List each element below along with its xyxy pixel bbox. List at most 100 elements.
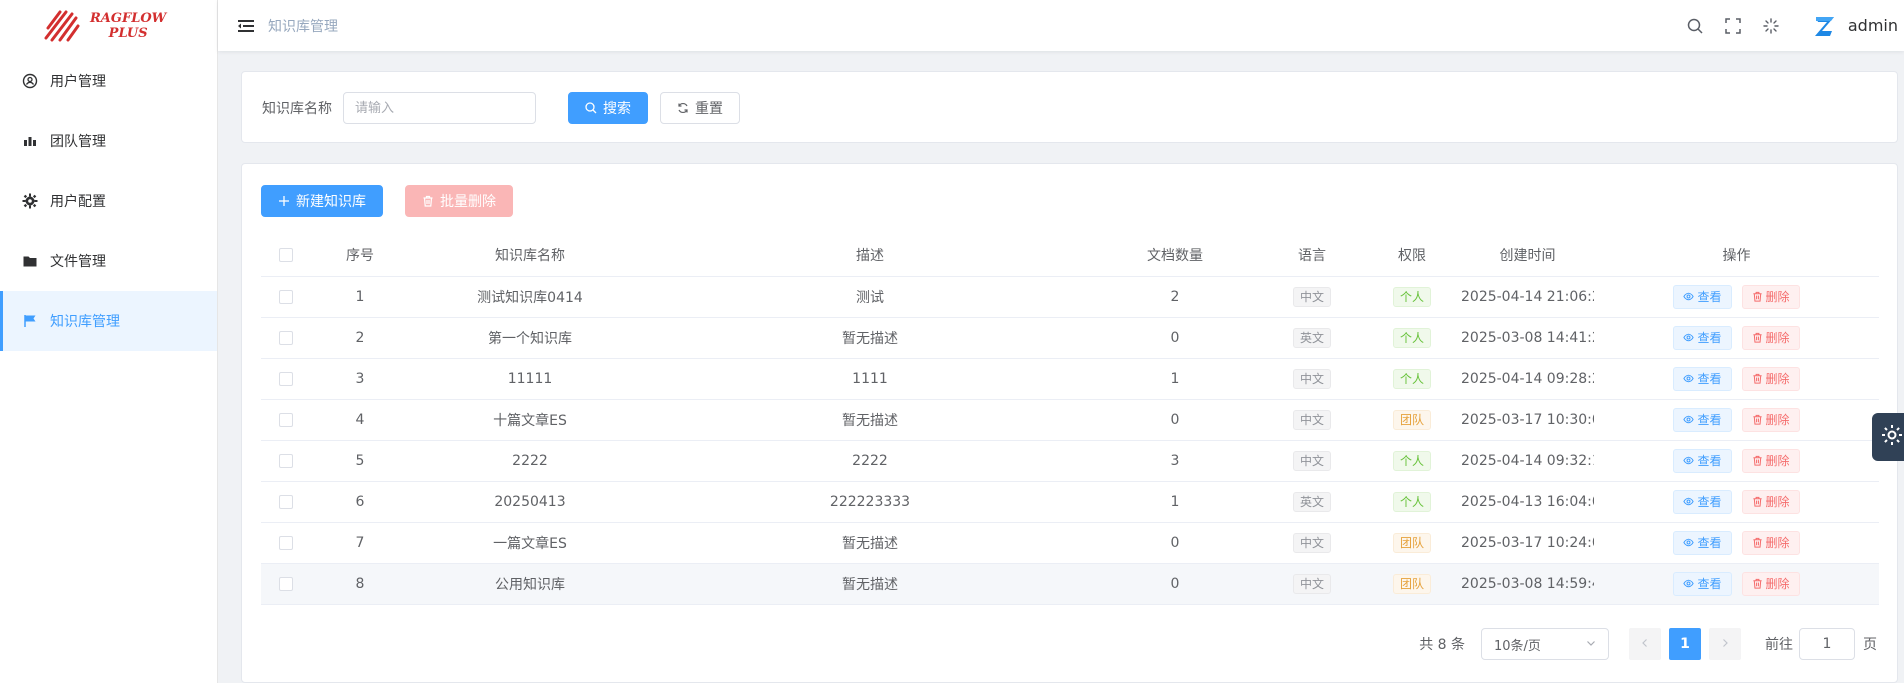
table-row[interactable]: 5222222223中文个人2025-04-14 09:32:18查看删除 (261, 440, 1879, 482)
cell-description: 222223333 (651, 481, 1089, 523)
kb-name-search-input[interactable] (343, 92, 536, 124)
trash-icon (1752, 455, 1763, 466)
delete-button[interactable]: 删除 (1741, 366, 1800, 391)
permission-tag: 团队 (1392, 409, 1431, 430)
row-select-cell[interactable] (261, 276, 311, 318)
pagination: 共 8 条 10条/页 1 前往 1 页 (1419, 628, 1877, 660)
goto-page-input[interactable]: 1 (1799, 628, 1855, 660)
table-row[interactable]: 31111111111中文个人2025-04-14 09:28:29查看删除 (261, 358, 1879, 400)
page-number-button[interactable]: 1 (1669, 628, 1701, 660)
batch-delete-button[interactable]: 批量删除 (405, 185, 513, 217)
logo-text: RAGFLOW PLUS (90, 10, 167, 41)
kb-name-label: 知识库名称 (262, 101, 332, 117)
search-button[interactable]: 搜索 (568, 92, 648, 124)
theme-sparkle-icon[interactable] (1760, 15, 1782, 37)
row-select-cell[interactable] (261, 358, 311, 400)
avatar[interactable] (1812, 13, 1838, 39)
eye-icon (1683, 455, 1695, 466)
eye-icon (1683, 496, 1695, 507)
search-icon[interactable] (1684, 15, 1706, 37)
row-checkbox[interactable] (279, 371, 293, 386)
row-select-cell[interactable] (261, 563, 311, 605)
row-checkbox[interactable] (279, 412, 293, 427)
permission-tag: 团队 (1392, 532, 1431, 553)
select-all-cell[interactable] (261, 235, 311, 277)
row-select-cell[interactable] (261, 522, 311, 564)
view-button[interactable]: 查看 (1673, 489, 1732, 514)
hamburger-icon[interactable] (236, 16, 256, 36)
column-header: 文档数量 (1089, 235, 1261, 277)
delete-button[interactable]: 删除 (1741, 407, 1800, 432)
cell-created-time: 2025-03-17 10:24:03 (1461, 522, 1594, 564)
language-tag: 英文 (1292, 327, 1331, 348)
fullscreen-icon[interactable] (1722, 15, 1744, 37)
cell-description: 暂无描述 (651, 522, 1089, 564)
cell-language: 中文 (1261, 563, 1363, 605)
sidebar-item-user-config[interactable]: 用户配置 (0, 171, 217, 231)
delete-button[interactable]: 删除 (1741, 571, 1800, 596)
cell-language: 英文 (1261, 481, 1363, 523)
page-size-value: 10条/页 (1494, 638, 1541, 654)
sidebar-item-file-management[interactable]: 文件管理 (0, 231, 217, 291)
view-button[interactable]: 查看 (1673, 284, 1732, 309)
eye-icon (1683, 291, 1695, 302)
row-checkbox[interactable] (279, 330, 293, 345)
sidebar-item-team-management[interactable]: 团队管理 (0, 111, 217, 171)
plus-icon (278, 195, 290, 207)
table-row[interactable]: 6 20250413 222223333 1 英文 个人 2025-04-13 16:04:… (261, 481, 1879, 523)
cell-permission: 团队 (1363, 399, 1461, 441)
row-checkbox[interactable] (279, 535, 293, 550)
breadcrumb: 知识库管理 (268, 18, 338, 35)
sidebar-item-user-management[interactable]: 用户管理 (0, 51, 217, 111)
row-select-cell[interactable] (261, 440, 311, 482)
row-checkbox[interactable] (279, 576, 293, 591)
table-row[interactable]: 2第一个知识库暂无描述0 英文 个人 2025-03-08 14:41:20 查看 删除 (261, 317, 1879, 359)
cell-actions: 查看 删除 (1594, 399, 1879, 441)
eye-icon (1683, 332, 1695, 343)
view-button[interactable]: 查看 (1673, 530, 1732, 555)
select-all-checkbox[interactable] (279, 248, 293, 263)
row-checkbox[interactable] (279, 494, 293, 509)
reset-button[interactable]: 重置 (660, 92, 740, 124)
row-select-cell[interactable] (261, 481, 311, 523)
page-size-select[interactable]: 10条/页 (1481, 628, 1609, 660)
row-checkbox[interactable] (279, 289, 293, 304)
logo[interactable]: RAGFLOW PLUS (0, 0, 217, 51)
row-select-cell[interactable] (261, 399, 311, 441)
view-button[interactable]: 查看 (1673, 407, 1732, 432)
delete-button[interactable]: 删除 (1741, 325, 1800, 350)
cell-doc-count: 3 (1089, 440, 1261, 482)
delete-button-label: 删除 (1765, 454, 1790, 468)
view-button[interactable]: 查看 (1673, 571, 1732, 596)
logo-mark-icon (42, 6, 82, 46)
row-select-cell[interactable] (261, 317, 311, 359)
prev-page-button[interactable] (1629, 628, 1661, 660)
table-row[interactable]: 4十篇文章ES暂无描述0 中文 团队 2025-03-17 10:30:01 查看 删除 (261, 399, 1879, 441)
cell-description: 1111 (651, 358, 1089, 400)
next-page-button[interactable] (1709, 628, 1741, 660)
view-button[interactable]: 查看 (1673, 366, 1732, 391)
add-kb-button[interactable]: 新建知识库 (261, 185, 383, 217)
view-button[interactable]: 查看 (1673, 325, 1732, 350)
row-checkbox[interactable] (279, 453, 293, 468)
table-row[interactable]: 8公用知识库暂无描述0 中文 团队 2025-03-08 14:59:46 查看 删除 (261, 563, 1879, 605)
delete-button[interactable]: 删除 (1741, 284, 1800, 309)
username[interactable]: admin (1848, 16, 1898, 35)
sidebar-item-kb-management[interactable]: 知识库管理 (0, 291, 217, 351)
view-button[interactable]: 查看 (1673, 448, 1732, 473)
delete-button[interactable]: 删除 (1741, 489, 1800, 514)
cell-created-time: 2025-03-08 14:59:46 (1461, 563, 1594, 605)
cell-created-time: 2025-04-13 16:04:08 (1461, 481, 1594, 523)
column-header: 语言 (1261, 235, 1363, 277)
column-header: 创建时间 (1461, 235, 1594, 277)
delete-button[interactable]: 删除 (1741, 448, 1800, 473)
permission-tag: 个人 (1392, 450, 1431, 471)
delete-button[interactable]: 删除 (1741, 530, 1800, 555)
cell-permission: 个人 (1363, 358, 1461, 400)
table-row[interactable]: 7一篇文章ES暂无描述0 中文 团队 2025-03-17 10:24:03 查看 删除 (261, 522, 1879, 564)
delete-button-label: 删除 (1765, 495, 1790, 509)
floating-settings-button[interactable] (1872, 413, 1904, 461)
table-row[interactable]: 1测试知识库0414测试2 中文 个人 2025-04-14 21:06:27 查看 删除 (261, 276, 1879, 318)
cell-actions: 查看 删除 (1594, 522, 1879, 564)
cell-actions: 查看 删除 (1594, 563, 1879, 605)
